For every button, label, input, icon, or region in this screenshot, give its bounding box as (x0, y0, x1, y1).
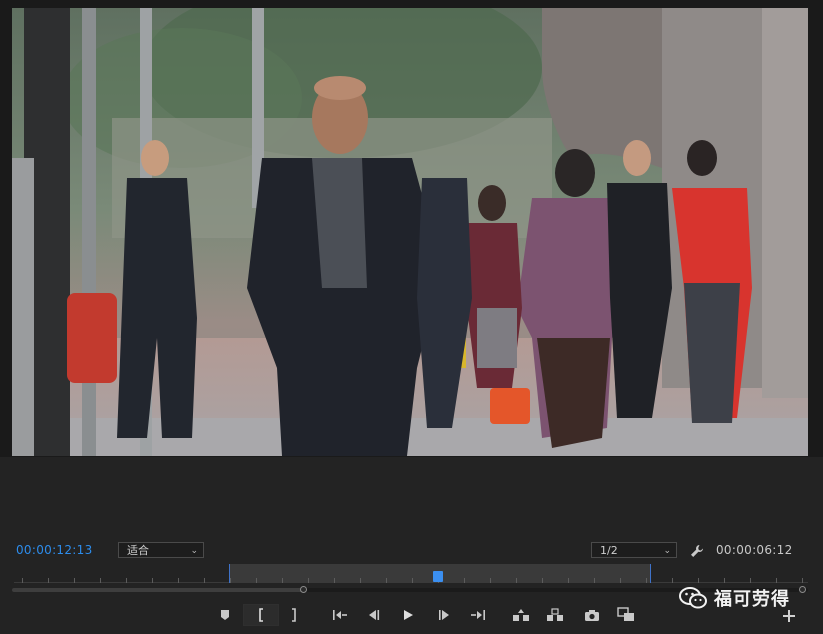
video-frame[interactable] (12, 8, 808, 456)
step-back-icon (369, 610, 380, 620)
in-point-marker[interactable] (229, 564, 230, 583)
ruler-tick (308, 578, 309, 583)
go-to-in-button[interactable] (329, 604, 351, 626)
ruler-tick (724, 578, 725, 583)
mark-in-icon (259, 608, 263, 622)
ruler-tick (542, 578, 543, 583)
ruler-tick (594, 578, 595, 583)
duration-timecode: 00:00:06:12 (716, 543, 793, 557)
plus-icon (783, 610, 795, 622)
lift-button[interactable] (510, 604, 532, 626)
export-frame-button[interactable] (581, 604, 603, 626)
scroll-handle-end[interactable] (799, 586, 806, 593)
playback-resolution-value: 1/2 (600, 544, 618, 557)
ruler-tick (282, 578, 283, 583)
mark-in-button[interactable] (243, 604, 279, 626)
mark-out-button[interactable] (283, 604, 305, 626)
ruler-tick (386, 578, 387, 583)
ruler-tick (464, 578, 465, 583)
lift-icon (513, 609, 529, 621)
extract-icon (547, 608, 563, 621)
add-marker-button[interactable] (214, 604, 236, 626)
ruler-tick (750, 578, 751, 583)
fit-zoom-select[interactable]: 适合 ⌄ (118, 542, 204, 558)
add-marker-icon (221, 610, 229, 620)
program-monitor: 00:00:12:13 适合 ⌄ 1/2 ⌄ 00:00:06:12 福可劳得 (0, 0, 823, 634)
wechat-icon (679, 587, 707, 609)
street-scene-image (12, 8, 808, 456)
go-to-in-icon (333, 610, 347, 620)
extract-button[interactable] (544, 604, 566, 626)
ruler-tick (776, 578, 777, 583)
playback-resolution-select[interactable]: 1/2 ⌄ (591, 542, 677, 558)
fit-zoom-value: 适合 (127, 544, 149, 557)
ruler-baseline (14, 582, 808, 583)
chevron-down-icon: ⌄ (663, 546, 671, 556)
ruler-tick (672, 578, 673, 583)
export-frame-icon (585, 609, 599, 621)
ruler-tick (256, 578, 257, 583)
ruler-tick (74, 578, 75, 583)
play-icon (404, 610, 413, 620)
ruler-tick (360, 578, 361, 583)
ruler-tick (100, 578, 101, 583)
button-editor-button[interactable] (782, 608, 796, 622)
ruler-tick (204, 578, 205, 583)
scroll-handle-right[interactable] (300, 586, 307, 593)
step-forward-icon (439, 610, 449, 620)
ruler-tick (126, 578, 127, 583)
ruler-tick (412, 578, 413, 583)
playhead[interactable] (433, 571, 443, 582)
comparison-view-button[interactable] (615, 604, 637, 626)
ruler-tick (22, 578, 23, 583)
step-forward-button[interactable] (433, 604, 455, 626)
go-to-out-icon (471, 610, 485, 620)
watermark-text: 福可劳得 (714, 589, 790, 610)
current-timecode[interactable]: 00:00:12:13 (16, 543, 93, 557)
ruler-tick (334, 578, 335, 583)
ruler-tick (698, 578, 699, 583)
out-point-marker[interactable] (650, 564, 651, 583)
comparison-view-icon (617, 607, 634, 621)
play-button[interactable] (397, 604, 419, 626)
ruler-tick (490, 578, 491, 583)
step-back-button[interactable] (363, 604, 385, 626)
time-ruler[interactable] (14, 564, 808, 584)
ruler-tick (646, 578, 647, 583)
scroll-thumb[interactable] (12, 588, 304, 592)
ruler-tick (802, 578, 803, 583)
ruler-tick (178, 578, 179, 583)
chevron-down-icon: ⌄ (190, 546, 198, 556)
ruler-tick (230, 578, 231, 583)
video-area (0, 0, 823, 457)
ruler-tick (152, 578, 153, 583)
ruler-tick (48, 578, 49, 583)
wrench-icon[interactable] (690, 543, 704, 557)
watermark: 福可劳得 (678, 585, 790, 611)
mark-out-icon (292, 608, 296, 622)
go-to-out-button[interactable] (467, 604, 489, 626)
ruler-tick (516, 578, 517, 583)
ruler-tick (620, 578, 621, 583)
ruler-tick (568, 578, 569, 583)
